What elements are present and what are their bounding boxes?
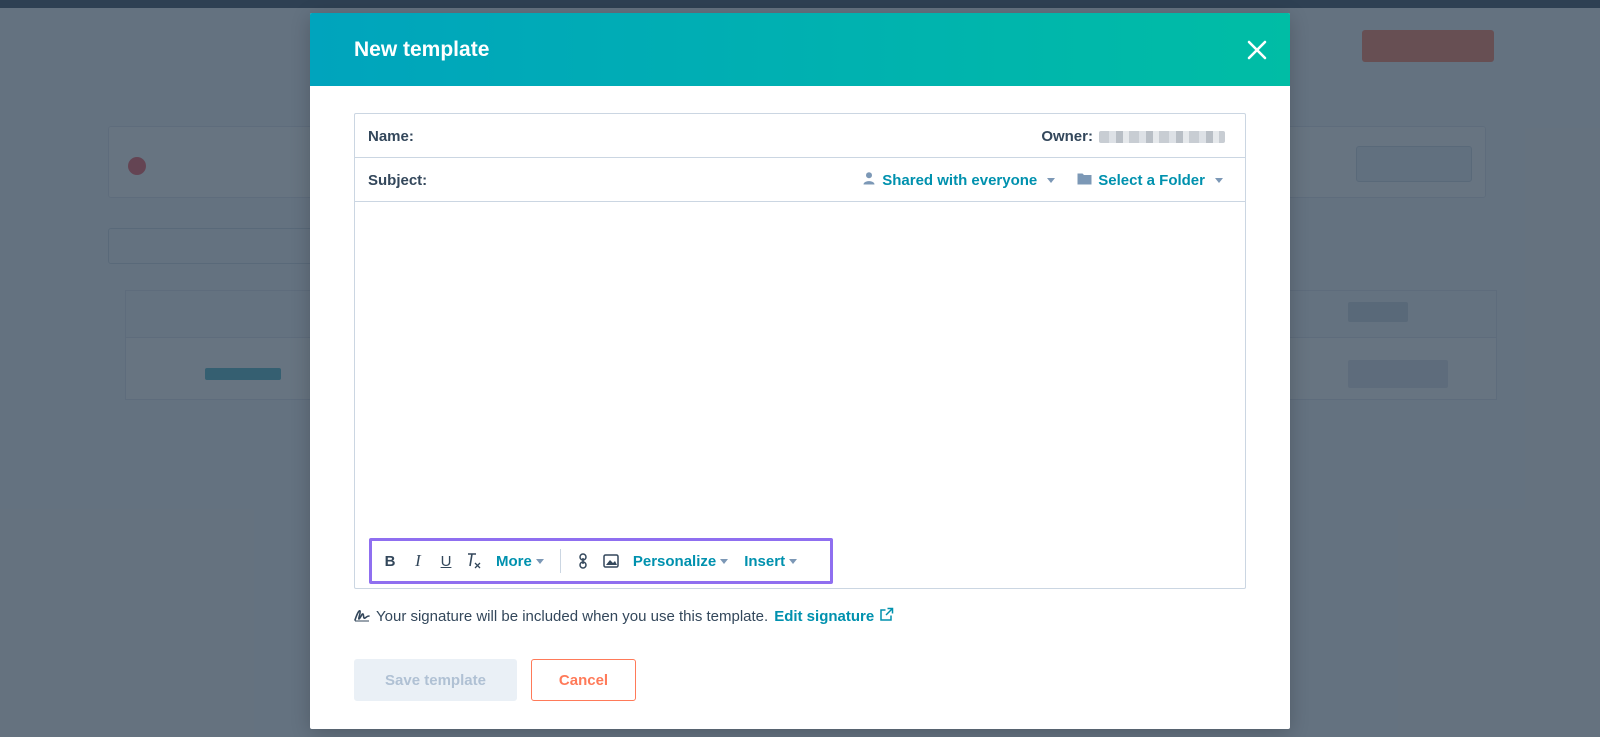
signature-note: Your signature will be included when you… (354, 607, 894, 626)
insert-label: Insert (744, 552, 786, 570)
underline-button[interactable]: U (432, 541, 460, 581)
name-row[interactable]: Name: Owner: (355, 114, 1245, 158)
new-template-modal: New template Name: Owner: Subject: Share… (310, 13, 1290, 729)
modal-title: New template (354, 38, 490, 61)
name-label: Name: (368, 128, 414, 145)
sharing-dropdown[interactable]: Shared with everyone (862, 171, 1056, 189)
signature-icon (354, 608, 370, 626)
chevron-down-icon (720, 558, 729, 564)
sharing-label: Shared with everyone (882, 171, 1038, 189)
folder-dropdown[interactable]: Select a Folder (1077, 171, 1223, 189)
chevron-down-icon (535, 558, 544, 564)
cancel-button[interactable]: Cancel (531, 659, 636, 701)
edit-signature-link[interactable]: Edit signature (774, 607, 894, 626)
image-icon[interactable] (597, 541, 625, 581)
bold-button[interactable]: B (376, 541, 404, 581)
subject-label: Subject: (368, 172, 428, 189)
user-icon (862, 171, 876, 189)
link-icon[interactable] (569, 541, 597, 581)
toolbar-divider (559, 549, 561, 573)
external-link-icon (879, 607, 894, 626)
italic-button[interactable]: I (404, 541, 432, 581)
modal-footer: Save template Cancel (354, 659, 636, 701)
close-icon[interactable] (1242, 35, 1272, 65)
save-template-button[interactable]: Save template (354, 659, 517, 701)
chevron-down-icon (1215, 177, 1223, 183)
more-dropdown[interactable]: More (488, 541, 552, 581)
formatting-toolbar: B I U More Personalize Insert (369, 538, 833, 584)
folder-icon (1077, 172, 1092, 189)
subject-row[interactable]: Subject: Shared with everyone Select a F… (355, 158, 1245, 202)
personalize-dropdown[interactable]: Personalize (625, 541, 736, 581)
template-body-input[interactable] (355, 202, 1245, 588)
signature-text: Your signature will be included when you… (376, 608, 769, 625)
chevron-down-icon (1047, 177, 1056, 183)
clear-format-icon[interactable] (460, 541, 488, 581)
subject-row-dropdowns: Shared with everyone Select a Folder (862, 171, 1223, 189)
owner-value-redacted (1099, 130, 1225, 143)
owner-label: Owner: (1041, 128, 1093, 145)
more-label: More (496, 552, 532, 570)
edit-signature-label: Edit signature (774, 608, 875, 625)
modal-header: New template (310, 13, 1290, 86)
owner-field[interactable]: Owner: (1041, 128, 1225, 145)
insert-dropdown[interactable]: Insert (736, 541, 805, 581)
personalize-label: Personalize (632, 552, 717, 570)
folder-label: Select a Folder (1098, 171, 1205, 189)
template-editor: Name: Owner: Subject: Shared with everyo… (354, 113, 1246, 589)
chevron-down-icon (789, 558, 798, 564)
